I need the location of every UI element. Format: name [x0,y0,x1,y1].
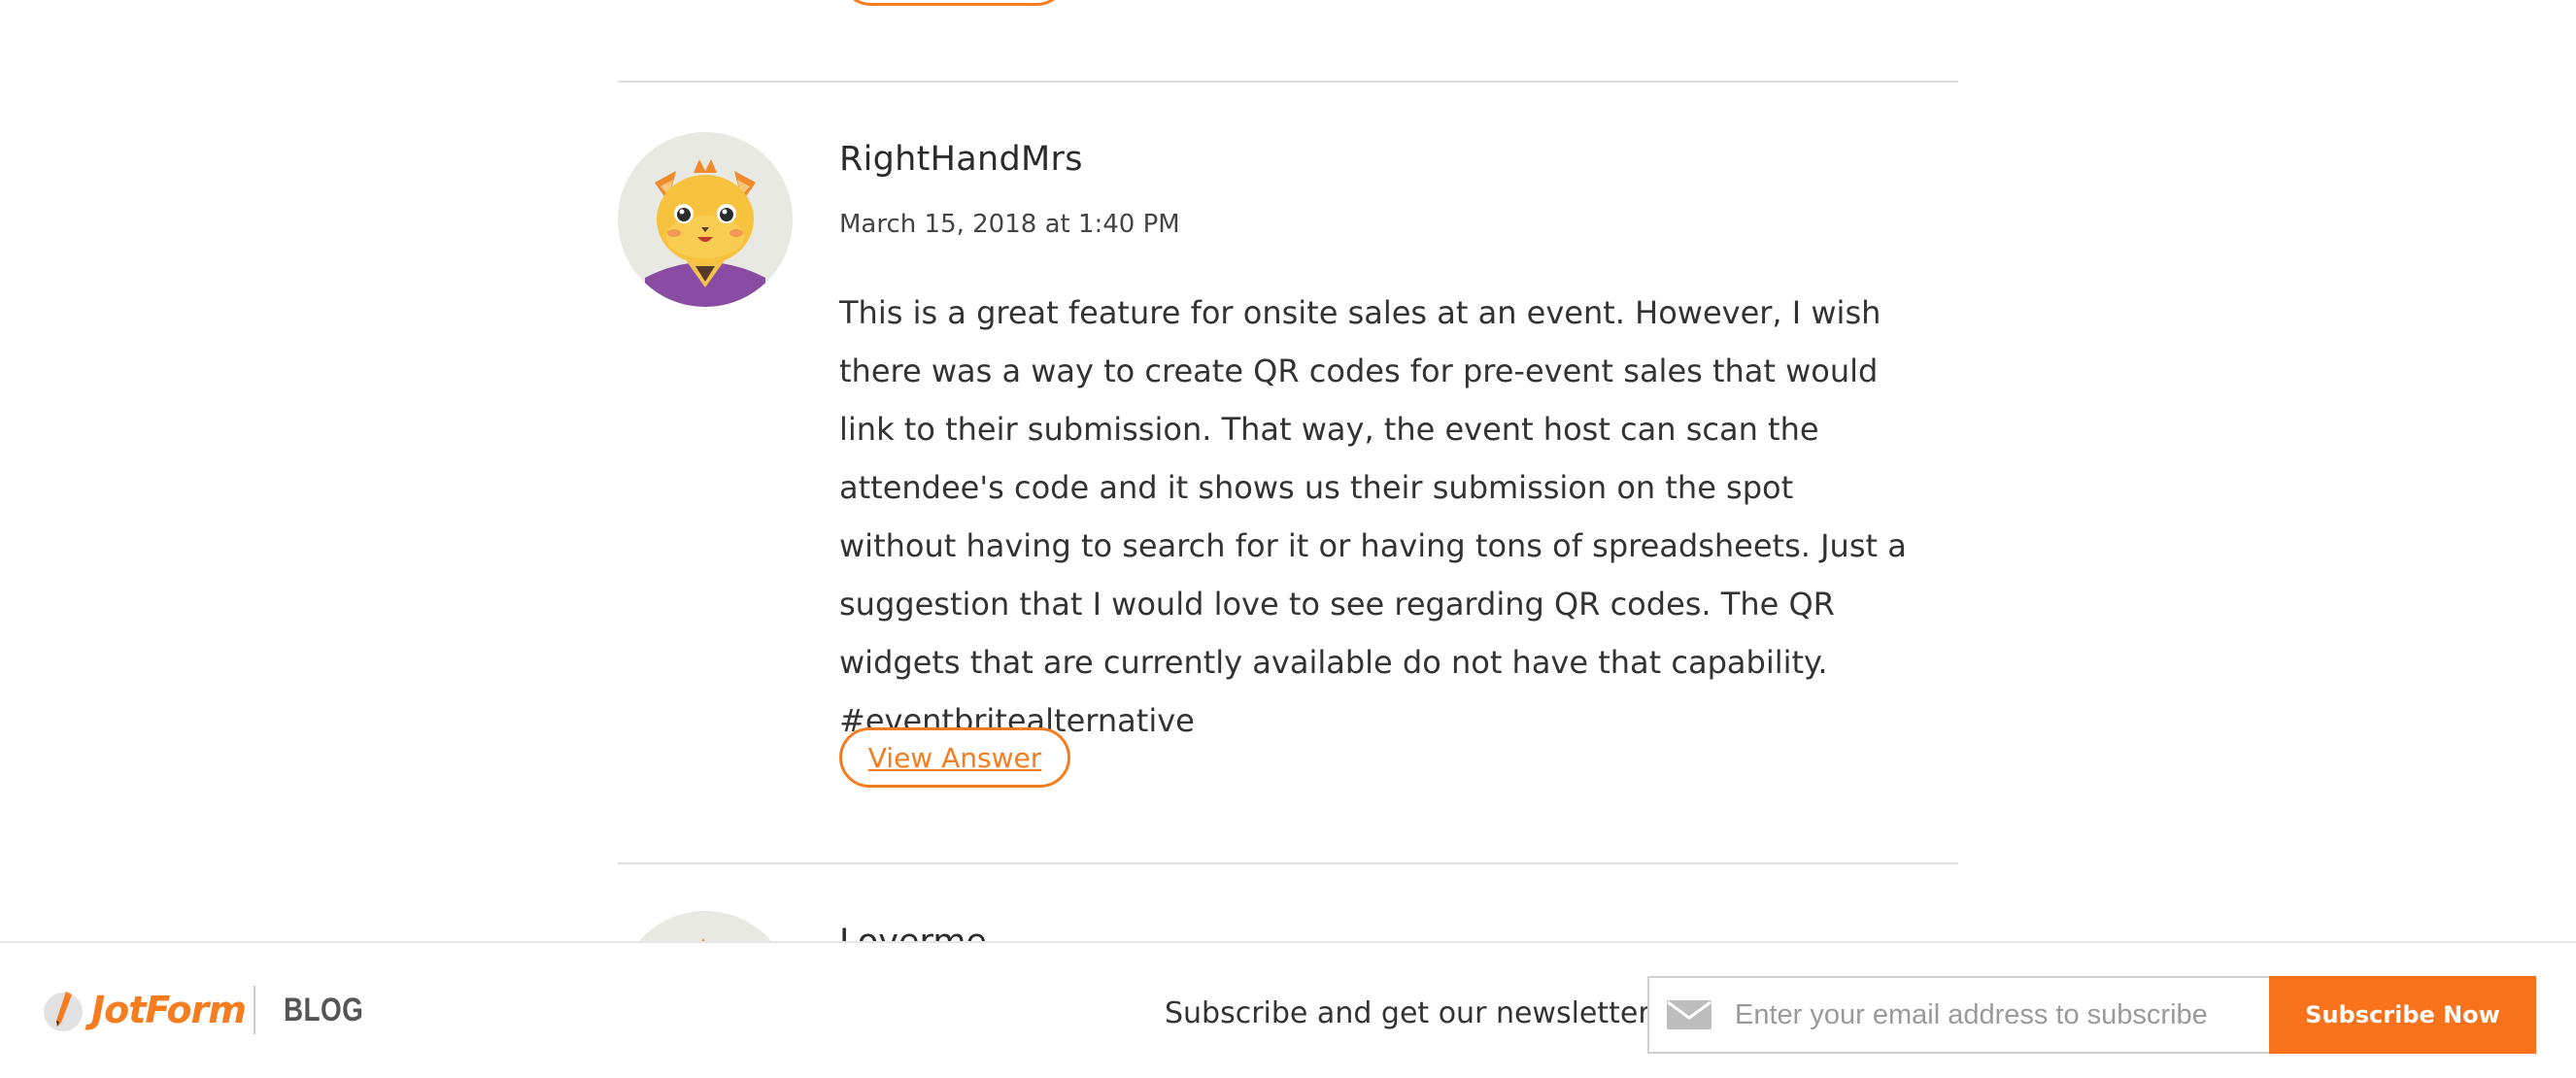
comment-divider [618,81,1958,83]
email-input[interactable] [1735,998,2259,1031]
email-field-container [1647,976,2271,1054]
comment-divider [618,862,1958,864]
jotform-pencil-icon [44,992,83,1031]
comment-body: This is a great feature for onsite sales… [839,294,1907,739]
blog-page: RightHandMrs March 15, 2018 at 1:40 PM T… [0,0,2576,1078]
subscribe-button[interactable]: Subscribe Now [2269,976,2536,1054]
previous-view-answer-button[interactable] [839,0,1068,6]
view-answer-button[interactable]: View Answer [839,727,1070,788]
jotform-logo[interactable]: JotForm [41,988,247,1032]
newsletter-text: Subscribe and get our newsletter! [1165,996,1662,1030]
comment-date: March 15, 2018 at 1:40 PM [839,210,1180,239]
logo-separator [254,986,255,1034]
cat-avatar-icon [618,132,793,307]
mail-icon [1667,1000,1712,1029]
newsletter-bar: JotForm BLOG Subscribe and get our newsl… [0,941,2576,1078]
logo-text: JotForm [91,989,247,1031]
blog-label[interactable]: BLOG [284,992,363,1029]
comment-author: RightHandMrs [839,140,1083,179]
